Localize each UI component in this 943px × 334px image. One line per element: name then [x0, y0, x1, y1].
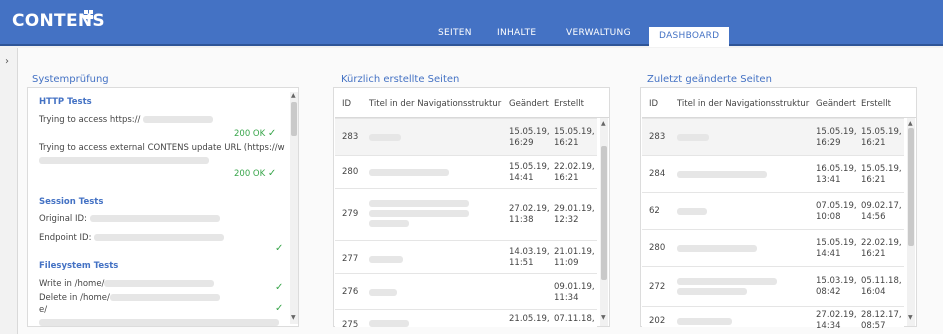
redacted-title	[369, 256, 403, 263]
scroll-thumb[interactable]	[908, 128, 914, 246]
redacted-title	[677, 208, 707, 215]
redacted-title	[369, 320, 409, 327]
nav-tab-inhalte[interactable]: INHALTE	[497, 28, 536, 46]
col-created[interactable]: Erstellt	[861, 99, 891, 109]
col-id[interactable]: ID	[342, 99, 351, 109]
col-changed[interactable]: Geändert	[509, 99, 549, 109]
session-original-id: Original ID:	[39, 214, 220, 224]
redacted-title	[369, 289, 397, 296]
check-icon: ✓	[267, 128, 277, 139]
redacted-title	[369, 169, 449, 176]
chevron-right-icon[interactable]: ›	[5, 56, 9, 67]
table-row[interactable]: 277 14.03.19, 11:51 21.01.19, 11:09	[335, 240, 597, 273]
fs-continued-line: e/	[39, 305, 48, 315]
redacted-line	[39, 156, 209, 166]
system-check-scrollbar[interactable]: ▲ ▼	[290, 92, 298, 324]
side-collapse-bar[interactable]: ›	[0, 48, 18, 334]
scroll-up-icon[interactable]: ▲	[908, 120, 913, 127]
session-endpoint-id: Endpoint ID:	[39, 233, 225, 243]
logo-grid-icon	[84, 10, 94, 20]
fs-cut-line	[39, 318, 279, 328]
table-row[interactable]: 276 09.01.19, 11:34	[335, 273, 597, 309]
scroll-down-icon[interactable]: ▼	[291, 314, 296, 321]
redacted-url	[143, 116, 214, 123]
fs-write-line: Write in /home/	[39, 279, 215, 289]
panel-title-created-pages: Kürzlich erstellte Seiten	[341, 74, 460, 85]
col-created[interactable]: Erstellt	[554, 99, 584, 109]
http-test-line-1: Trying to access https://	[39, 115, 214, 125]
panel-title-modified-pages: Zuletzt geänderte Seiten	[647, 74, 772, 85]
table-row[interactable]: 272 15.03.19, 08:42 05.11.18, 16:04	[642, 266, 904, 306]
col-id[interactable]: ID	[649, 99, 658, 109]
nav-tab-dashboard[interactable]: DASHBOARD	[649, 27, 730, 47]
redacted-title	[677, 288, 747, 295]
panel-title-system-check: Systemprüfung	[32, 74, 109, 85]
http-test-line-2: Trying to access external CONTENS update…	[39, 143, 285, 153]
http-status-2: 200 OK ✓	[234, 168, 277, 179]
check-icon: ✓	[267, 168, 277, 179]
col-title[interactable]: Titel in der Navigationsstruktur	[677, 99, 809, 109]
table-row[interactable]: 202 27.02.19, 14:34 28.12.17, 08:57	[642, 306, 904, 331]
check-icon: ✓	[275, 243, 284, 254]
table-row[interactable]: 283 15.05.19, 16:29 15.05.19, 16:21	[335, 118, 597, 155]
table-row[interactable]: 62 07.05.19, 10:08 09.02.17, 14:56	[642, 192, 904, 229]
system-check-panel: HTTP Tests Trying to access https:// 200…	[27, 87, 299, 327]
redacted-title	[677, 278, 777, 285]
scroll-thumb[interactable]	[601, 146, 607, 280]
scroll-down-icon[interactable]: ▼	[601, 314, 606, 321]
redacted-title	[369, 220, 409, 227]
filesystem-tests-heading: Filesystem Tests	[39, 261, 119, 271]
created-table-scrollbar[interactable]: ▲ ▼	[600, 118, 608, 326]
http-tests-heading: HTTP Tests	[39, 97, 92, 107]
created-table-header: ID Titel in der Navigationsstruktur Geän…	[335, 88, 609, 118]
redacted-title	[369, 200, 469, 207]
redacted-title	[369, 210, 469, 217]
session-tests-heading: Session Tests	[39, 197, 104, 207]
redacted-title	[677, 245, 757, 252]
redacted-title	[369, 134, 401, 141]
nav-tab-seiten[interactable]: SEITEN	[438, 28, 472, 46]
scroll-down-icon[interactable]: ▼	[908, 314, 913, 321]
check-icon: ✓	[275, 303, 284, 314]
nav-tab-verwaltung[interactable]: VERWALTUNG	[566, 28, 631, 46]
redacted-title	[677, 171, 767, 178]
modified-pages-panel: ID Titel in der Navigationsstruktur Geän…	[640, 87, 917, 331]
table-row[interactable]: 283 15.05.19, 16:29 15.05.19, 16:21	[642, 118, 904, 155]
table-row[interactable]: 284 16.05.19, 13:41 15.05.19, 16:21	[642, 155, 904, 192]
scroll-up-icon[interactable]: ▲	[291, 92, 296, 99]
col-title[interactable]: Titel in der Navigationsstruktur	[369, 99, 501, 109]
top-bar: CONTENS SEITEN INHALTE VERWALTUNG DASHBO…	[0, 0, 943, 47]
redacted-title	[677, 134, 709, 141]
fs-delete-line: Delete in /home/	[39, 293, 220, 303]
modified-table-header: ID Titel in der Navigationsstruktur Geän…	[642, 88, 916, 118]
redacted-title	[677, 318, 732, 325]
created-pages-panel: ID Titel in der Navigationsstruktur Geän…	[333, 87, 610, 330]
http-status-1: 200 OK ✓	[234, 128, 277, 139]
table-row[interactable]: 275 21.05.19, 07.11.18,	[335, 309, 597, 330]
modified-table-scrollbar[interactable]: ▲ ▼	[907, 118, 915, 326]
table-row[interactable]: 280 15.05.19, 14:41 22.02.19, 16:21	[335, 155, 597, 188]
table-row[interactable]: 280 15.05.19, 14:41 22.02.19, 16:21	[642, 229, 904, 266]
col-changed[interactable]: Geändert	[816, 99, 856, 109]
scroll-thumb[interactable]	[291, 102, 297, 136]
table-row[interactable]: 279 27.02.19, 11:38 29.01.19, 12:32	[335, 188, 597, 240]
scroll-up-icon[interactable]: ▲	[601, 120, 606, 127]
check-icon: ✓	[275, 282, 284, 293]
